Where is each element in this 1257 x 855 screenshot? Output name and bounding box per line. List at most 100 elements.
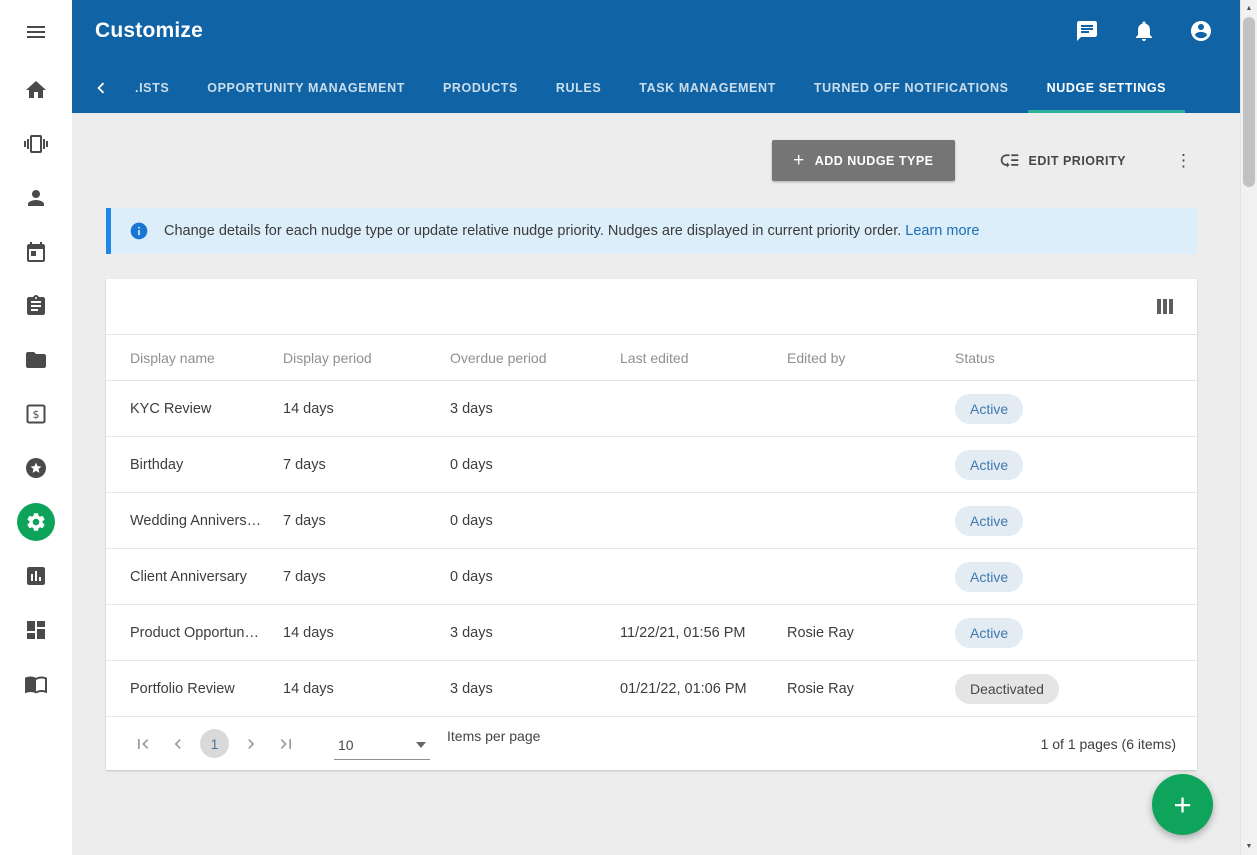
settings-icon[interactable] [17, 503, 55, 541]
last-page-icon[interactable] [273, 734, 299, 754]
table-cell: KYC Review [106, 381, 283, 437]
menu-icon[interactable] [23, 19, 49, 45]
column-header[interactable]: Edited by [787, 335, 955, 381]
status-badge: Active [955, 394, 1023, 424]
table-cell: Client Anniversary [106, 549, 283, 605]
table-row[interactable]: Portfolio Review14 days3 days01/21/22, 0… [106, 661, 1197, 717]
scrollbar-thumb[interactable] [1243, 17, 1255, 187]
calendar-icon[interactable] [23, 239, 49, 265]
add-nudge-type-label: ADD NUDGE TYPE [815, 154, 934, 168]
table-body: KYC Review14 days3 daysActiveBirthday7 d… [106, 381, 1197, 717]
table-cell: 0 days [450, 493, 620, 549]
chat-icon[interactable] [1075, 19, 1099, 43]
svg-text:$: $ [33, 408, 40, 421]
low-priority-icon [999, 150, 1020, 171]
table-cell [787, 437, 955, 493]
tab-bar: .ISTSOPPORTUNITY MANAGEMENTPRODUCTSRULES… [72, 62, 1240, 113]
info-icon [129, 221, 149, 241]
stars-icon[interactable] [23, 455, 49, 481]
scroll-up-icon[interactable]: ▲ [1241, 0, 1257, 17]
book-icon[interactable] [23, 671, 49, 697]
info-banner-message: Change details for each nudge type or up… [164, 223, 901, 239]
table-cell [620, 549, 787, 605]
table-row[interactable]: Product Opportun…14 days3 days11/22/21, … [106, 605, 1197, 661]
pagination-bar: 1 10 Items per page 1 of 1 pages (6 item… [106, 717, 1197, 770]
dollar-doc-icon[interactable]: $ [23, 401, 49, 427]
table-row[interactable]: KYC Review14 days3 daysActive [106, 381, 1197, 437]
status-badge: Active [955, 562, 1023, 592]
column-header[interactable]: Status [955, 335, 1197, 381]
status-cell: Active [955, 437, 1197, 493]
tab-ists[interactable]: .ISTS [116, 62, 188, 113]
page-size-select[interactable]: 10 [334, 737, 430, 760]
first-page-icon[interactable] [130, 734, 156, 754]
column-header[interactable]: Display period [283, 335, 450, 381]
table-cell: 14 days [283, 605, 450, 661]
table-row[interactable]: Client Anniversary7 days0 daysActive [106, 549, 1197, 605]
tabs-back-icon[interactable] [86, 62, 116, 113]
table-cell: 01/21/22, 01:06 PM [620, 661, 787, 717]
kebab-menu-icon[interactable]: ⋮ [1170, 151, 1197, 171]
vertical-scrollbar[interactable]: ▲ ▼ [1240, 0, 1257, 855]
bar-chart-icon[interactable] [23, 563, 49, 589]
column-header[interactable]: Display name [106, 335, 283, 381]
column-header[interactable]: Overdue period [450, 335, 620, 381]
status-cell: Active [955, 605, 1197, 661]
table-cell: Portfolio Review [106, 661, 283, 717]
account-icon[interactable] [1189, 19, 1213, 43]
status-cell: Active [955, 381, 1197, 437]
prev-page-icon[interactable] [165, 734, 191, 754]
tab-nudge-settings[interactable]: NUDGE SETTINGS [1028, 62, 1186, 113]
table-cell: 7 days [283, 437, 450, 493]
top-bar: Customize .ISTSOPPORTUNITY [72, 0, 1240, 113]
nudge-table: Display name Display period Overdue peri… [106, 334, 1197, 717]
table-row[interactable]: Wedding Annivers…7 days0 daysActive [106, 493, 1197, 549]
dashboard-icon[interactable] [23, 617, 49, 643]
status-badge: Active [955, 506, 1023, 536]
folder-icon[interactable] [23, 347, 49, 373]
column-chooser-icon[interactable] [1154, 296, 1176, 317]
learn-more-link[interactable]: Learn more [905, 223, 979, 239]
content-area: + ADD NUDGE TYPE EDIT PRIORITY ⋮ Change … [72, 113, 1240, 855]
clipboard-icon[interactable] [23, 293, 49, 319]
actions-row: + ADD NUDGE TYPE EDIT PRIORITY ⋮ [106, 140, 1197, 181]
main-area: Customize .ISTSOPPORTUNITY [72, 0, 1240, 855]
edit-priority-button[interactable]: EDIT PRIORITY [993, 149, 1132, 172]
pagination-summary: 1 of 1 pages (6 items) [1041, 736, 1176, 752]
table-cell [620, 437, 787, 493]
vibration-icon[interactable] [23, 131, 49, 157]
table-toolbar [106, 279, 1197, 334]
tab-task-management[interactable]: TASK MANAGEMENT [620, 62, 795, 113]
table-cell [620, 381, 787, 437]
tab-products[interactable]: PRODUCTS [424, 62, 537, 113]
bell-icon[interactable] [1132, 19, 1156, 43]
table-cell: Wedding Annivers… [106, 493, 283, 549]
table-cell: 3 days [450, 661, 620, 717]
table-cell: Birthday [106, 437, 283, 493]
table-cell [787, 381, 955, 437]
table-cell: Rosie Ray [787, 605, 955, 661]
tab-turned-off-notifications[interactable]: TURNED OFF NOTIFICATIONS [795, 62, 1028, 113]
table-cell: 3 days [450, 381, 620, 437]
page-title: Customize [95, 19, 203, 43]
add-nudge-type-button[interactable]: + ADD NUDGE TYPE [772, 140, 954, 181]
status-badge: Active [955, 618, 1023, 648]
status-cell: Deactivated [955, 661, 1197, 717]
plus-icon: + [793, 151, 805, 170]
home-icon[interactable] [23, 77, 49, 103]
current-page-button[interactable]: 1 [200, 729, 229, 758]
app-window: $ Customize [0, 0, 1257, 855]
page-size-value: 10 [338, 737, 354, 753]
person-icon[interactable] [23, 185, 49, 211]
column-header[interactable]: Last edited [620, 335, 787, 381]
scroll-down-icon[interactable]: ▼ [1241, 838, 1257, 855]
status-badge: Active [955, 450, 1023, 480]
sidebar: $ [0, 0, 72, 855]
next-page-icon[interactable] [238, 734, 264, 754]
tab-opportunity-management[interactable]: OPPORTUNITY MANAGEMENT [188, 62, 424, 113]
tab-rules[interactable]: RULES [537, 62, 620, 113]
fab-add-button[interactable]: + [1152, 774, 1213, 835]
info-banner-text: Change details for each nudge type or up… [164, 223, 979, 239]
status-cell: Active [955, 493, 1197, 549]
table-row[interactable]: Birthday7 days0 daysActive [106, 437, 1197, 493]
